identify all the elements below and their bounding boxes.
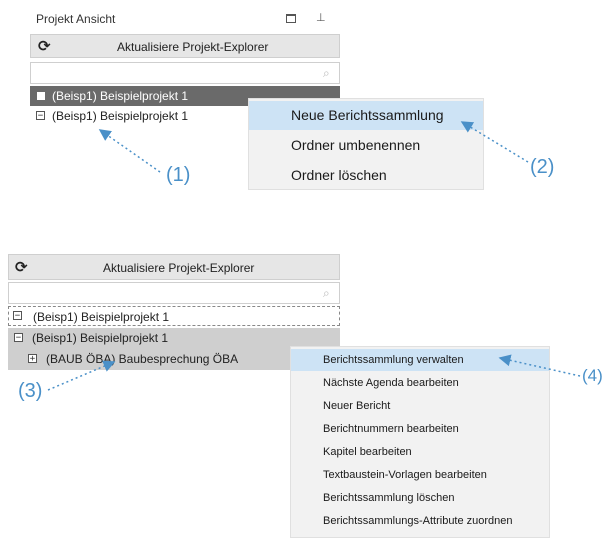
menu-item-assign-attributes[interactable]: Berichtssammlungs-Attribute zuordnen [291, 510, 549, 532]
refresh-button[interactable]: Aktualisiere Projekt-Explorer [103, 261, 254, 275]
menu-item-delete-folder[interactable]: Ordner löschen [249, 161, 483, 190]
tree-node-project[interactable]: − (Beisp1) Beispielprojekt 1 [30, 106, 260, 126]
refresh-icon[interactable]: ⟳ [38, 37, 51, 55]
refresh-icon[interactable]: ⟳ [15, 258, 28, 276]
tree-node-label: (Beisp1) Beispielprojekt 1 [33, 310, 170, 324]
callout-label-3: (3) [18, 380, 43, 402]
context-menu-report-collection: Berichtssammlung verwalten Nächste Agend… [290, 346, 550, 538]
expand-icon[interactable]: + [28, 354, 37, 364]
menu-item-manage-report-collection[interactable]: Berichtssammlung verwalten [291, 349, 549, 371]
tree-node-label: (Beisp1) Beispielprojekt 1 [52, 109, 189, 123]
search-input[interactable]: ⌕ [8, 282, 340, 304]
menu-item-edit-next-agenda[interactable]: Nächste Agenda bearbeiten [291, 372, 549, 394]
tree-node-project[interactable]: − (Beisp1) Beispielprojekt 1 [8, 306, 340, 326]
refresh-toolbar[interactable]: ⟳ Aktualisiere Projekt-Explorer [30, 34, 340, 58]
menu-item-edit-chapters[interactable]: Kapitel bearbeiten [291, 441, 549, 463]
menu-item-edit-report-numbers[interactable]: Berichtnummern bearbeiten [291, 418, 549, 440]
callout-label-4: (4) [582, 366, 603, 385]
project-explorer-panel: ⟳ Aktualisiere Projekt-Explorer ⌕ − (Bei… [0, 240, 613, 538]
menu-item-rename-folder[interactable]: Ordner umbenennen [249, 131, 483, 160]
refresh-toolbar[interactable]: ⟳ Aktualisiere Projekt-Explorer [8, 254, 340, 280]
menu-item-delete-report-collection[interactable]: Berichtssammlung löschen [291, 487, 549, 509]
collapse-icon[interactable]: − [13, 311, 22, 321]
refresh-button[interactable]: Aktualisiere Projekt-Explorer [117, 40, 268, 54]
collapse-icon[interactable] [37, 92, 45, 100]
search-icon: ⌕ [323, 66, 330, 80]
project-view-panel: Projekt Ansicht ⊥ ⟳ Aktualisiere Projekt… [0, 0, 613, 200]
panel-title: Projekt Ansicht [36, 12, 116, 26]
tree-node-label: (BAUB ÖBA) Baubesprechung ÖBA [46, 352, 239, 366]
menu-item-new-report-collection[interactable]: Neue Berichtssammlung [249, 101, 483, 130]
tree-node-label: (Beisp1) Beispielprojekt 1 [32, 331, 169, 345]
pin-icon[interactable]: ⊥ [316, 11, 326, 24]
callout-label-2: (2) [530, 156, 555, 178]
panel-titlebar: Projekt Ansicht ⊥ [30, 8, 340, 30]
collapse-icon[interactable]: − [36, 111, 45, 121]
search-icon: ⌕ [323, 286, 330, 300]
menu-item-edit-text-templates[interactable]: Textbaustein-Vorlagen bearbeiten [291, 464, 549, 486]
collapse-icon[interactable]: − [14, 333, 23, 343]
menu-item-new-report[interactable]: Neuer Bericht [291, 395, 549, 417]
context-menu-folder: Neue Berichtssammlung Ordner umbenennen … [248, 98, 484, 190]
window-restore-icon[interactable] [286, 14, 296, 23]
callout-label-1: (1) [166, 164, 191, 186]
search-input[interactable]: ⌕ [30, 62, 340, 84]
tree-node-label: (Beisp1) Beispielprojekt 1 [52, 89, 189, 103]
